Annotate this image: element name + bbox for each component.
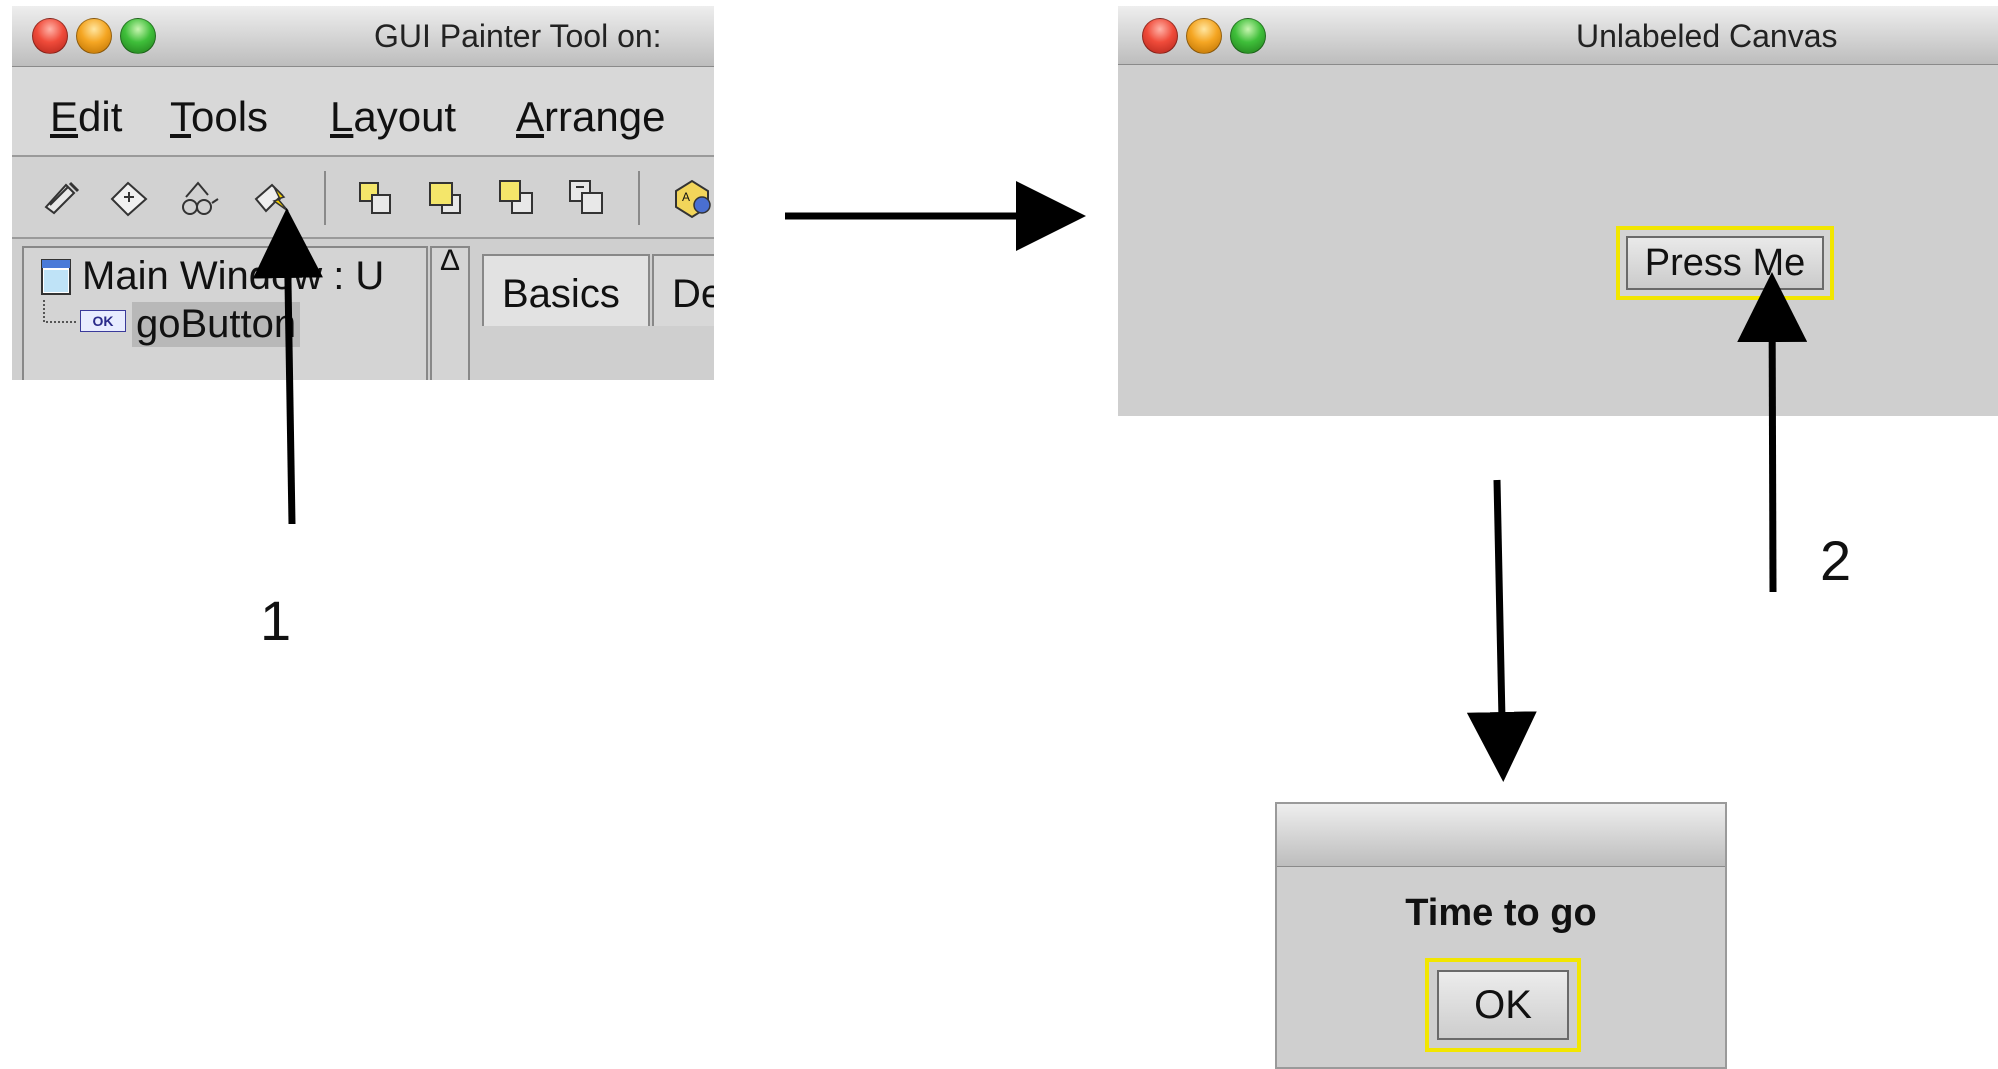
annotation-arrows [252,181,1808,782]
step-label-1: 1 [260,589,292,652]
arrow-to-test-icon [252,208,323,525]
step-label-2: 2 [1820,529,1852,592]
arrow-to-dialog [1466,479,1537,782]
arrow-to-press-me [1737,272,1808,593]
